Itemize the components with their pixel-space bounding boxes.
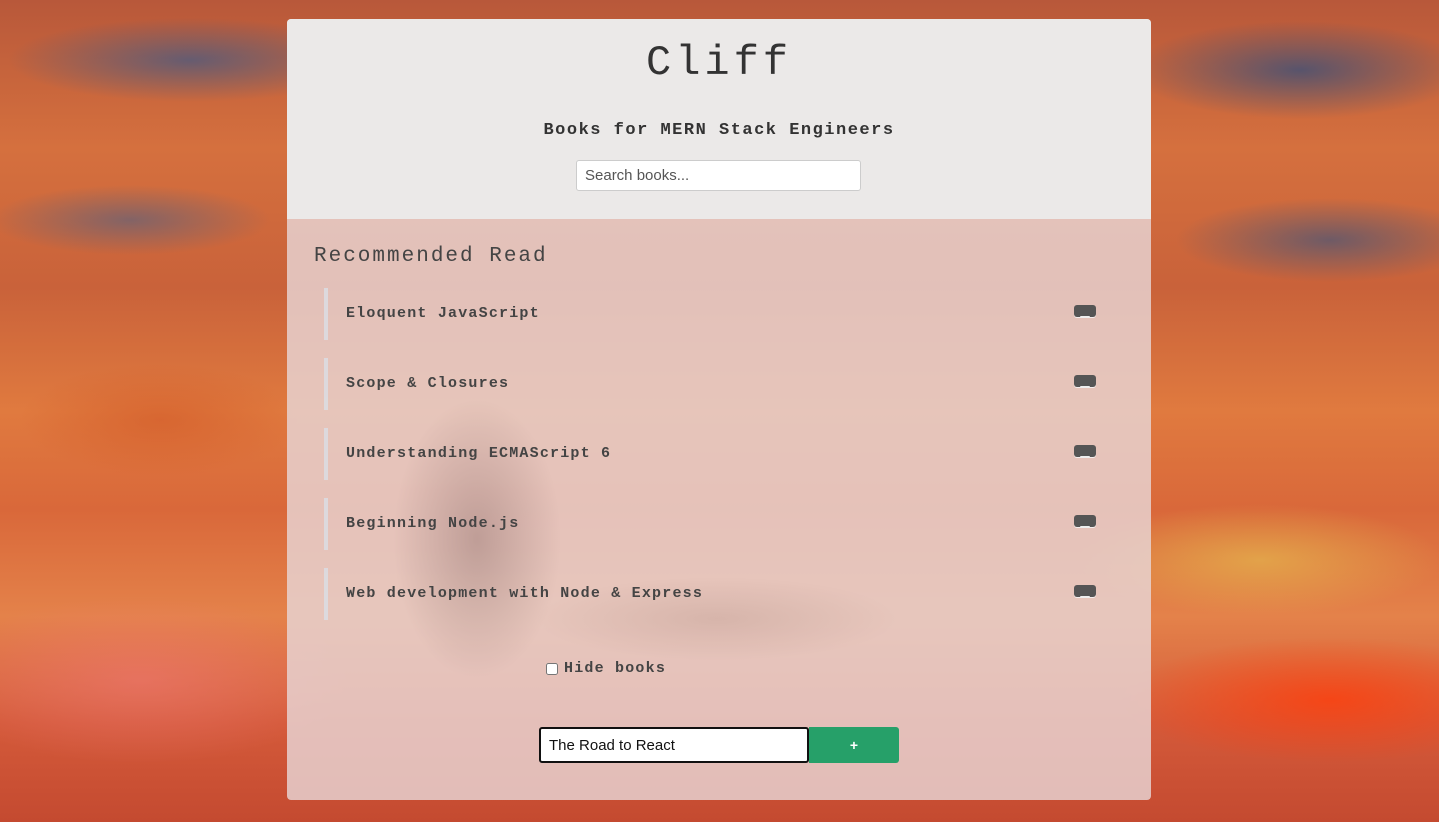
minus-icon (1080, 316, 1090, 318)
minus-icon (1080, 456, 1090, 458)
minus-icon (1080, 386, 1090, 388)
page-subtitle: Books for MERN Stack Engineers (543, 121, 895, 140)
book-item: Web development with Node & Express (324, 568, 1114, 620)
header: Cliff Books for MERN Stack Engineers (287, 19, 1151, 219)
delete-book-button[interactable] (1074, 585, 1096, 598)
add-book-input[interactable] (539, 727, 809, 763)
book-item: Understanding ECMAScript 6 (324, 428, 1114, 480)
hide-books-checkbox[interactable] (546, 662, 558, 675)
book-item: Beginning Node.js (324, 498, 1114, 550)
hide-books-label: Hide books (564, 660, 667, 677)
content-panel: Cliff Books for MERN Stack Engineers Rec… (287, 19, 1151, 800)
hide-books-toggle[interactable]: Hide books (546, 660, 666, 677)
delete-book-button[interactable] (1074, 305, 1096, 318)
book-title: Beginning Node.js (346, 515, 520, 532)
minus-icon (1080, 526, 1090, 528)
minus-icon (1080, 596, 1090, 598)
book-list: Eloquent JavaScript Scope & Closures Und… (324, 288, 1114, 638)
add-book-button[interactable]: + (809, 727, 899, 763)
book-title: Scope & Closures (346, 375, 510, 392)
book-title: Eloquent JavaScript (346, 305, 540, 322)
book-item: Eloquent JavaScript (324, 288, 1114, 340)
section-title: Recommended Read (314, 245, 548, 268)
search-input[interactable] (576, 160, 861, 191)
delete-book-button[interactable] (1074, 445, 1096, 458)
delete-book-button[interactable] (1074, 515, 1096, 528)
book-item: Scope & Closures (324, 358, 1114, 410)
book-title: Understanding ECMAScript 6 (346, 445, 612, 462)
delete-book-button[interactable] (1074, 375, 1096, 388)
logo: Cliff (645, 39, 793, 87)
book-title: Web development with Node & Express (346, 585, 704, 602)
